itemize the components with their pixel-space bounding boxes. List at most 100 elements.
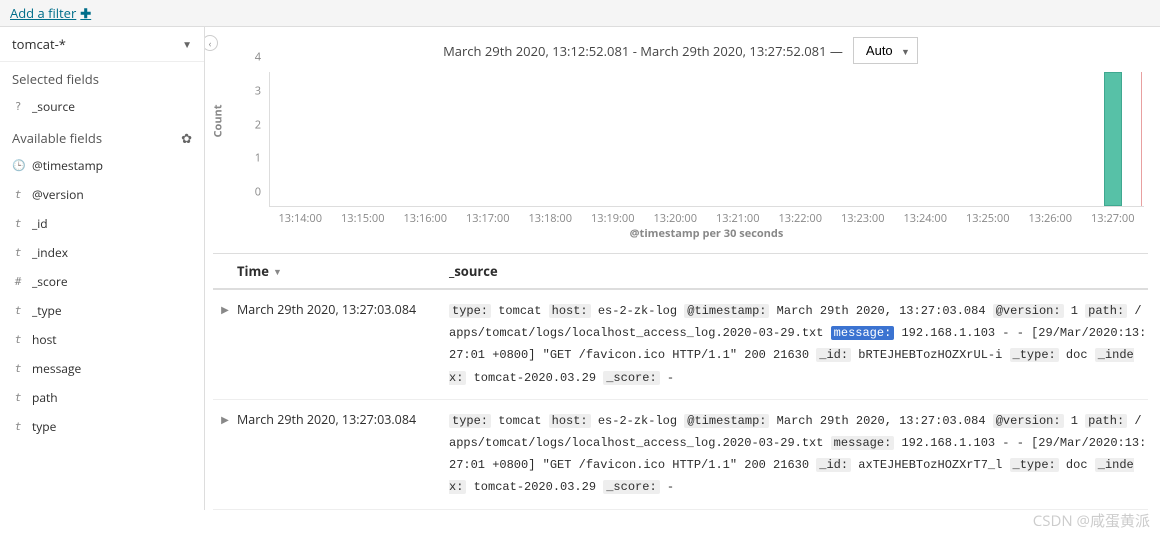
index-pattern-select[interactable]: tomcat-* ▼: [0, 27, 204, 62]
field-key: @timestamp:: [684, 304, 769, 318]
field-type-icon: t: [12, 391, 24, 404]
row-time: March 29th 2020, 13:27:03.084: [237, 300, 449, 389]
field-_source[interactable]: ? _source: [0, 92, 204, 121]
time-end-marker: [1141, 72, 1142, 206]
y-tick: 4: [255, 50, 261, 65]
add-filter-label: Add a filter: [10, 4, 76, 22]
time-range-text: March 29th 2020, 13:12:52.081 - March 29…: [443, 42, 843, 60]
table-header: Time ▼ _source: [213, 253, 1148, 290]
field-name: _score: [32, 273, 68, 290]
field-path[interactable]: tpath: [0, 383, 204, 412]
time-range-bar: March 29th 2020, 13:12:52.081 - March 29…: [213, 37, 1148, 64]
field-key: type:: [449, 414, 491, 428]
x-tick: 13:16:00: [403, 211, 447, 226]
field-type-icon: t: [12, 217, 24, 230]
field-key: @timestamp:: [684, 414, 769, 428]
expand-row-toggle[interactable]: ▶: [213, 300, 237, 389]
available-fields-header: Available fields ✿: [0, 121, 204, 151]
field-type-icon: ?: [12, 100, 24, 113]
field-key: host:: [549, 304, 591, 318]
field-key: _id:: [816, 458, 851, 472]
sidebar: tomcat-* ▼ Selected fields ? _source Avai…: [0, 27, 205, 510]
field-key: path:: [1085, 414, 1127, 428]
field-key: @version:: [993, 304, 1064, 318]
add-filter-link[interactable]: Add a filter ✚: [10, 4, 91, 22]
field-key: _id:: [816, 348, 851, 362]
field-message[interactable]: t message: [0, 354, 204, 383]
field-name: type: [32, 418, 56, 435]
index-pattern-value: tomcat-*: [12, 35, 66, 53]
field-_score[interactable]: #_score: [0, 267, 204, 296]
field-@version[interactable]: t @version: [0, 180, 204, 209]
sort-desc-icon: ▼: [273, 265, 282, 278]
field-key: @version:: [993, 414, 1064, 428]
gear-icon[interactable]: ✿: [181, 129, 192, 147]
plus-icon: ✚: [80, 4, 91, 22]
histogram-bar[interactable]: [1104, 72, 1122, 206]
available-fields-label: Available fields: [12, 129, 102, 147]
row-source: type: tomcat host: es-2-zk-log @timestam…: [449, 300, 1148, 389]
x-tick: 13:18:00: [528, 211, 572, 226]
histogram-chart[interactable]: Count 01234 13:14:0013:15:0013:16:0013:1…: [223, 72, 1148, 237]
field-type-icon: t: [12, 362, 24, 375]
field-_id[interactable]: t _id: [0, 209, 204, 238]
field-name: path: [32, 389, 58, 406]
field-key: _type:: [1010, 458, 1059, 472]
x-tick: 13:17:00: [466, 211, 510, 226]
x-tick: 13:24:00: [903, 211, 947, 226]
field-_index[interactable]: t _index: [0, 238, 204, 267]
x-tick: 13:26:00: [1028, 211, 1072, 226]
x-tick: 13:25:00: [966, 211, 1010, 226]
interval-select[interactable]: Auto: [853, 37, 918, 64]
x-tick: 13:15:00: [341, 211, 385, 226]
row-source: type: tomcat host: es-2-zk-log @timestam…: [449, 410, 1148, 499]
field-name: _source: [32, 98, 75, 115]
field-name: message: [32, 360, 81, 377]
column-time[interactable]: Time ▼: [237, 262, 449, 280]
field-key: _score:: [603, 371, 659, 385]
selected-fields-label: Selected fields: [12, 70, 99, 88]
field-type-icon: t: [12, 333, 24, 346]
caret-down-icon: ▼: [182, 37, 192, 51]
field-type-icon: t: [12, 420, 24, 433]
x-tick: 13:19:00: [591, 211, 635, 226]
field-host[interactable]: thost: [0, 325, 204, 354]
y-tick: 0: [255, 185, 261, 200]
x-tick: 13:21:00: [716, 211, 760, 226]
field-name: _type: [32, 302, 62, 319]
x-tick: 13:22:00: [778, 211, 822, 226]
field-_type[interactable]: t _type: [0, 296, 204, 325]
y-tick: 1: [255, 151, 261, 166]
field-key: path:: [1085, 304, 1127, 318]
field-type-icon: t: [12, 246, 24, 259]
watermark: CSDN @咸蛋黄派: [1033, 510, 1150, 531]
main-content: ‹ March 29th 2020, 13:12:52.081 - March …: [205, 27, 1160, 510]
y-tick: 3: [255, 83, 261, 98]
selected-fields-header: Selected fields: [0, 62, 204, 92]
field-key: message:: [831, 436, 895, 450]
row-time: March 29th 2020, 13:27:03.084: [237, 410, 449, 499]
x-tick: 13:23:00: [841, 211, 885, 226]
table-row: ▶March 29th 2020, 13:27:03.084type: tomc…: [213, 400, 1148, 510]
field-key: type:: [449, 304, 491, 318]
expand-row-toggle[interactable]: ▶: [213, 410, 237, 499]
y-tick: 2: [255, 117, 261, 132]
table-row: ▶March 29th 2020, 13:27:03.084type: tomc…: [213, 290, 1148, 400]
field-name: @version: [32, 186, 84, 203]
x-tick: 13:27:00: [1091, 211, 1135, 226]
field-key: _type:: [1010, 348, 1059, 362]
column-source[interactable]: _source: [449, 262, 498, 280]
field-name: host: [32, 331, 57, 348]
field-@timestamp[interactable]: 🕒@timestamp: [0, 151, 204, 180]
field-key: host:: [549, 414, 591, 428]
x-tick: 13:20:00: [653, 211, 697, 226]
field-type-icon: t: [12, 304, 24, 317]
x-axis-label: @timestamp per 30 seconds: [269, 226, 1144, 241]
field-type-icon: t: [12, 188, 24, 201]
field-type[interactable]: ttype: [0, 412, 204, 441]
field-name: _id: [32, 215, 48, 232]
field-name: _index: [32, 244, 68, 261]
x-tick: 13:14:00: [278, 211, 322, 226]
filter-bar: Add a filter ✚: [0, 0, 1160, 27]
column-time-label: Time: [237, 262, 269, 280]
